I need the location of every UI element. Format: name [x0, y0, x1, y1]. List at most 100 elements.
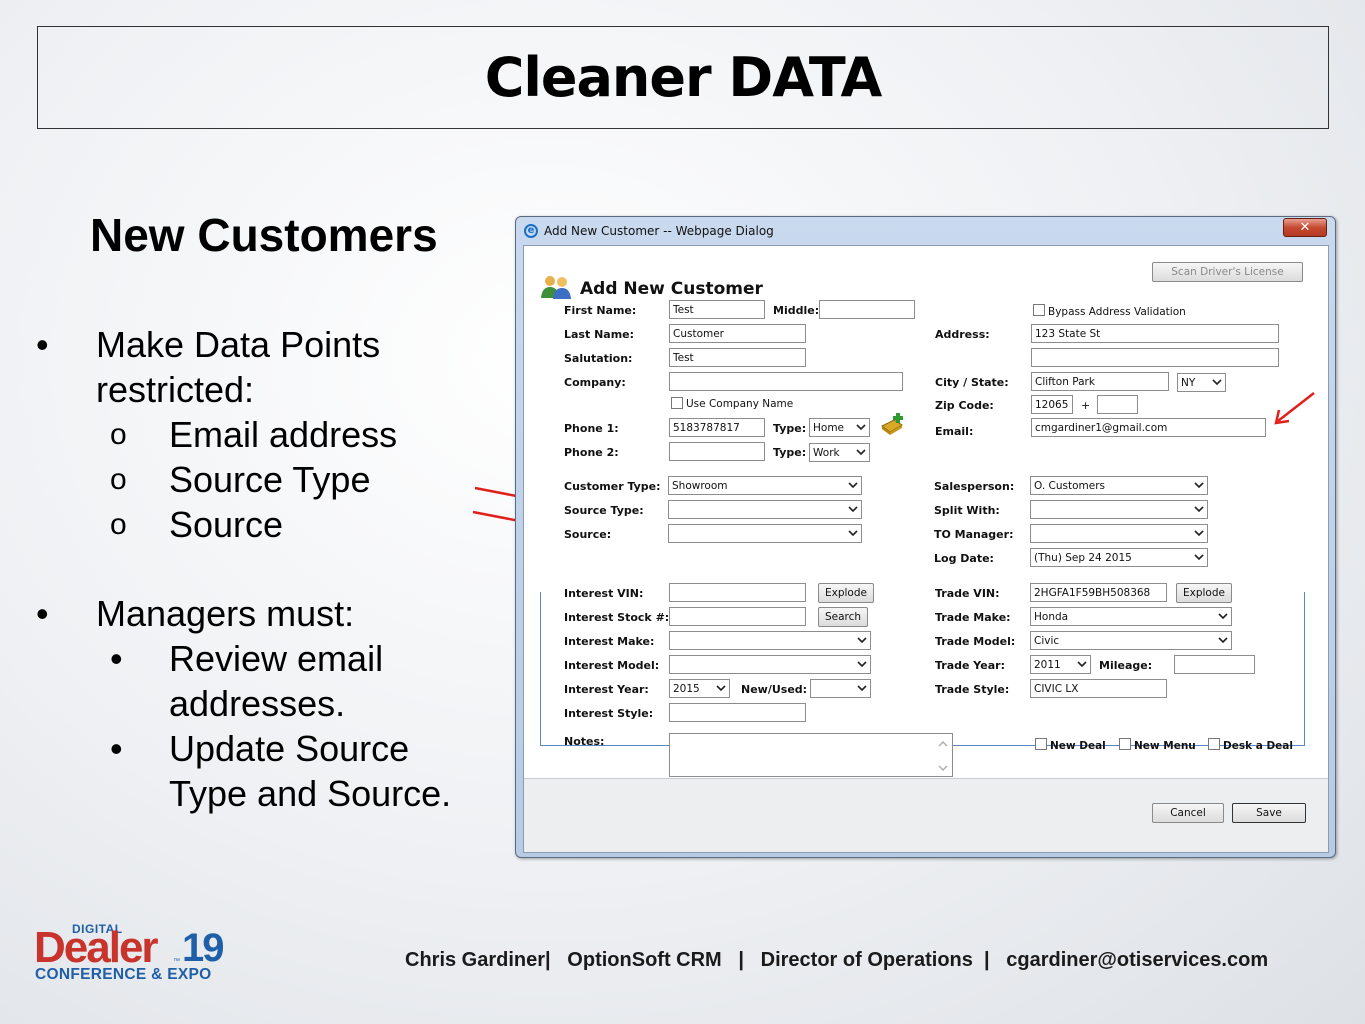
first-name-input[interactable]: Test — [669, 300, 765, 319]
to-manager-label: TO Manager: — [934, 528, 1014, 541]
chevron-down-icon — [848, 506, 858, 513]
salutation-label: Salutation: — [564, 352, 633, 365]
trade-style-input[interactable]: CIVIC LX — [1030, 679, 1167, 698]
close-button[interactable]: ✕ — [1283, 218, 1327, 237]
zip4-input[interactable] — [1097, 395, 1138, 414]
salutation-input[interactable]: Test — [669, 348, 806, 367]
chevron-down-icon — [848, 482, 858, 489]
address-label: Address: — [935, 328, 990, 341]
interest-vin-input[interactable] — [669, 583, 806, 602]
new-used-select[interactable] — [810, 679, 871, 698]
log-date-select[interactable]: (Thu) Sep 24 2015 — [1030, 548, 1208, 567]
phone1-type-select[interactable]: Home — [809, 418, 870, 437]
new-deal-label: New Deal — [1050, 740, 1106, 752]
cancel-button[interactable]: Cancel — [1152, 803, 1224, 823]
zip-input[interactable]: 12065 — [1031, 395, 1073, 414]
phone2-label: Phone 2: — [564, 446, 619, 459]
phone1-type-label: Type: — [773, 422, 807, 435]
logo-conference-text: CONFERENCE & EXPO — [35, 966, 212, 983]
dialog-window-title: Add New Customer -- Webpage Dialog — [544, 224, 774, 238]
split-with-select[interactable] — [1030, 500, 1208, 519]
address1-input[interactable]: 123 State St — [1031, 324, 1279, 343]
trade-year-label: Trade Year: — [935, 659, 1005, 672]
trade-make-select[interactable]: Honda — [1030, 607, 1232, 626]
trade-model-select[interactable]: Civic — [1030, 631, 1232, 650]
email-label: Email: — [935, 425, 974, 438]
bypass-address-checkbox[interactable] — [1033, 304, 1045, 316]
trade-year-select[interactable]: 2011 — [1030, 655, 1091, 674]
to-manager-select[interactable] — [1030, 524, 1208, 543]
slide-footer: Chris Gardiner| OptionSoft CRM | Directo… — [405, 949, 1269, 971]
slide-subtitle: New Customers — [90, 209, 438, 261]
zip-plus-sign: + — [1081, 399, 1091, 412]
dialog-button-bar: Cancel Save — [524, 778, 1328, 852]
ie-icon: e — [524, 224, 538, 238]
chevron-down-icon — [856, 424, 866, 431]
save-button[interactable]: Save — [1232, 803, 1306, 823]
chevron-down-icon — [857, 661, 867, 668]
chevron-down-icon — [1194, 482, 1204, 489]
source-type-label: Source Type: — [564, 504, 644, 517]
scan-license-button[interactable]: Scan Driver's License — [1152, 262, 1303, 282]
email-input[interactable]: cmgardiner1@gmail.com — [1031, 418, 1266, 437]
interest-vin-label: Interest VIN: — [564, 587, 644, 600]
people-icon — [541, 276, 571, 299]
mileage-label: Mileage: — [1099, 659, 1153, 672]
interest-make-select[interactable] — [669, 631, 871, 650]
split-with-label: Split With: — [934, 504, 1000, 517]
new-used-label: New/Used: — [741, 683, 808, 696]
city-input[interactable]: Clifton Park — [1031, 372, 1169, 391]
interest-explode-button[interactable]: Explode — [818, 583, 874, 603]
slide-title-box: Cleaner DATA — [37, 26, 1329, 129]
customer-type-select[interactable]: Showroom — [668, 476, 862, 495]
logo-year-text: 19 — [182, 926, 224, 970]
phone2-input[interactable] — [669, 442, 765, 461]
add-customer-dialog: e Add New Customer -- Webpage Dialog ✕ A… — [515, 216, 1336, 858]
salesperson-select[interactable]: O. Customers — [1030, 476, 1208, 495]
salesperson-label: Salesperson: — [934, 480, 1015, 493]
bullet-item: • Update Source — [110, 728, 410, 769]
middle-input[interactable] — [819, 300, 915, 319]
interest-model-select[interactable] — [669, 655, 871, 674]
new-menu-checkbox[interactable] — [1119, 738, 1131, 750]
new-deal-checkbox[interactable] — [1035, 738, 1047, 750]
use-company-name-checkbox[interactable] — [671, 397, 683, 409]
address2-input[interactable] — [1031, 348, 1279, 367]
bullet-list: • Make Data Points restricted: o Email add… — [36, 322, 476, 816]
state-select[interactable]: NY — [1177, 373, 1226, 392]
source-select[interactable] — [668, 524, 862, 543]
bullet-item: o Email address — [110, 414, 398, 455]
last-name-label: Last Name: — [564, 328, 635, 341]
company-input[interactable] — [669, 372, 903, 391]
notes-label: Notes: — [564, 735, 605, 748]
phone1-input[interactable]: 5183787817 — [669, 418, 765, 437]
mileage-input[interactable] — [1174, 655, 1255, 674]
chevron-down-icon — [1212, 379, 1222, 386]
trade-vin-input[interactable]: 2HGFA1F59BH508368 — [1030, 583, 1167, 602]
chevron-down-icon — [848, 530, 858, 537]
source-type-select[interactable] — [668, 500, 862, 519]
source-label: Source: — [564, 528, 612, 541]
desk-a-deal-checkbox[interactable] — [1208, 738, 1220, 750]
phone2-type-select[interactable]: Work — [809, 443, 870, 462]
interest-year-select[interactable]: 2015 — [669, 679, 730, 698]
search-button[interactable]: Search — [818, 607, 868, 627]
interest-stock-input[interactable] — [669, 607, 806, 626]
add-phone-icon[interactable] — [880, 412, 906, 436]
interest-style-input[interactable] — [669, 703, 806, 722]
bullet-item: addresses. — [169, 683, 346, 724]
trade-explode-button[interactable]: Explode — [1176, 583, 1232, 603]
chevron-down-icon — [856, 449, 866, 456]
bullet-item: Type and Source. — [169, 773, 452, 814]
bullet-item: o Source — [110, 504, 284, 545]
last-name-input[interactable]: Customer — [669, 324, 806, 343]
logo-dealer-text: Dealer — [34, 923, 159, 972]
notes-textarea[interactable] — [669, 733, 953, 777]
arrow-to-email — [1274, 392, 1315, 425]
chevron-down-icon — [1218, 637, 1228, 644]
middle-label: Middle: — [773, 304, 820, 317]
bullet-item: • Review email — [110, 638, 384, 679]
bullet-item: • Make Data Points — [36, 324, 381, 365]
customer-type-label: Customer Type: — [564, 480, 661, 493]
notes-scrollbar[interactable] — [937, 738, 949, 774]
